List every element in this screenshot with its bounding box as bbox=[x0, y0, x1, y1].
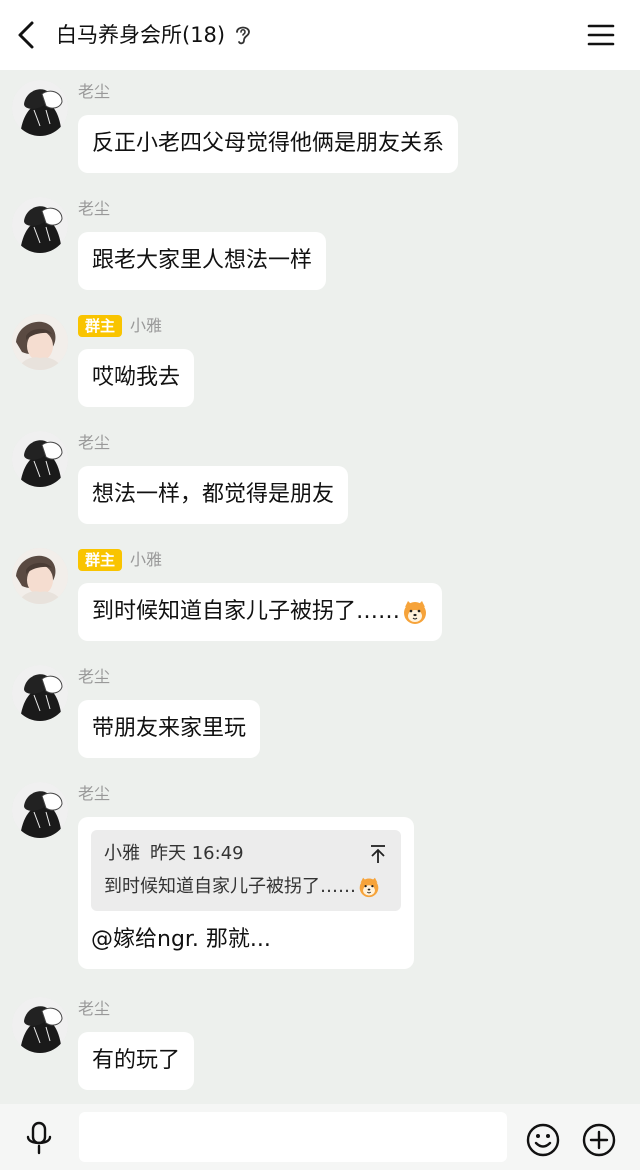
message-item: 老尘 跟老大家里人想法一样 bbox=[0, 187, 640, 304]
hamburger-menu-icon[interactable] bbox=[586, 22, 616, 48]
avatar-laochen[interactable] bbox=[12, 431, 68, 487]
avatar-laochen[interactable] bbox=[12, 782, 68, 838]
quoted-message[interactable]: 小雅 昨天 16:49 到时候知道自家儿子被拐了…… bbox=[91, 830, 401, 911]
shiba-dog-emoji-icon bbox=[402, 599, 428, 625]
message-text: 有的玩了 bbox=[92, 1048, 181, 1073]
message-item: 老尘 小雅 昨天 16:49 到时候知道自家儿子被拐了…… @嫁给ngr. 那就… bbox=[0, 772, 640, 987]
sender-name: 小雅 bbox=[130, 316, 163, 335]
message-meta: 老尘 bbox=[78, 197, 110, 221]
message-input[interactable] bbox=[79, 1112, 507, 1162]
message-item: 老尘 想法一样，都觉得是朋友 bbox=[0, 421, 640, 538]
sender-name: 老尘 bbox=[78, 667, 111, 686]
group-owner-badge: 群主 bbox=[78, 549, 123, 571]
quote-author: 小雅 bbox=[104, 843, 140, 864]
smiley-icon[interactable] bbox=[525, 1122, 561, 1158]
message-item: 群主 小雅 到时候知道自家儿子被拐了…… bbox=[0, 538, 640, 655]
message-meta: 老尘 bbox=[78, 431, 110, 455]
quote-text: 到时候知道自家儿子被拐了…… bbox=[104, 875, 380, 899]
message-bubble[interactable]: 有的玩了 bbox=[78, 1032, 195, 1090]
message-bubble[interactable]: 跟老大家里人想法一样 bbox=[78, 232, 327, 290]
input-bar bbox=[0, 1104, 640, 1170]
sender-name: 老尘 bbox=[78, 784, 111, 803]
microphone-icon[interactable] bbox=[22, 1120, 56, 1156]
message-meta: 群主 小雅 bbox=[78, 314, 162, 338]
chevron-left-icon[interactable] bbox=[12, 18, 42, 52]
message-text: 带朋友来家里玩 bbox=[92, 716, 247, 741]
quote-text-content: 到时候知道自家儿子被拐了…… bbox=[104, 876, 356, 897]
message-text: 跟老大家里人想法一样 bbox=[92, 248, 313, 273]
avatar-xiaoya[interactable] bbox=[12, 314, 68, 370]
chat-title[interactable]: 白马养身会所(18) bbox=[56, 19, 225, 51]
message-item: 老尘 反正小老四父母觉得他俩是朋友关系 bbox=[0, 70, 640, 187]
message-text: 到时候知道自家儿子被拐了…… bbox=[92, 599, 401, 624]
sender-name: 老尘 bbox=[78, 199, 111, 218]
message-bubble[interactable]: 哎呦我去 bbox=[78, 349, 195, 407]
message-meta: 老尘 bbox=[78, 782, 110, 806]
sender-name: 老尘 bbox=[78, 999, 111, 1018]
plus-circle-icon[interactable] bbox=[581, 1122, 617, 1158]
avatar-laochen[interactable] bbox=[12, 997, 68, 1053]
message-text: 想法一样，都觉得是朋友 bbox=[92, 482, 335, 507]
message-item: 老尘 有的玩了 bbox=[0, 987, 640, 1104]
quote-time: 昨天 16:49 bbox=[150, 843, 244, 864]
jump-to-top-icon[interactable] bbox=[369, 844, 387, 864]
message-meta: 老尘 bbox=[78, 997, 110, 1021]
message-text: 哎呦我去 bbox=[92, 365, 181, 390]
ear-icon[interactable] bbox=[233, 23, 253, 47]
avatar-laochen[interactable] bbox=[12, 80, 68, 136]
shiba-dog-emoji-icon bbox=[358, 876, 380, 898]
message-meta: 老尘 bbox=[78, 80, 110, 104]
avatar-laochen[interactable] bbox=[12, 197, 68, 253]
message-meta: 老尘 bbox=[78, 665, 110, 689]
message-bubble[interactable]: 到时候知道自家儿子被拐了…… bbox=[78, 583, 443, 641]
sender-name: 老尘 bbox=[78, 82, 111, 101]
quote-reply-bubble[interactable]: 小雅 昨天 16:49 到时候知道自家儿子被拐了…… @嫁给ngr. 那就... bbox=[78, 817, 414, 969]
message-text: 反正小老四父母觉得他俩是朋友关系 bbox=[92, 131, 445, 156]
message-item: 群主 小雅 哎呦我去 bbox=[0, 304, 640, 421]
message-bubble[interactable]: 带朋友来家里玩 bbox=[78, 700, 261, 758]
message-item: 老尘 带朋友来家里玩 bbox=[0, 655, 640, 772]
message-bubble[interactable]: 反正小老四父母觉得他俩是朋友关系 bbox=[78, 115, 459, 173]
message-bubble[interactable]: 想法一样，都觉得是朋友 bbox=[78, 466, 349, 524]
message-list[interactable]: 老尘 反正小老四父母觉得他俩是朋友关系 老尘 跟老大家里人想法一样 群主 小雅 … bbox=[0, 70, 640, 1104]
chat-header: 白马养身会所(18) bbox=[0, 0, 640, 70]
group-owner-badge: 群主 bbox=[78, 315, 123, 337]
sender-name: 老尘 bbox=[78, 433, 111, 452]
message-text: @嫁给ngr. 那就... bbox=[91, 927, 271, 952]
message-meta: 群主 小雅 bbox=[78, 548, 162, 572]
quote-header: 小雅 昨天 16:49 bbox=[104, 842, 244, 866]
avatar-laochen[interactable] bbox=[12, 665, 68, 721]
avatar-xiaoya[interactable] bbox=[12, 548, 68, 604]
sender-name: 小雅 bbox=[130, 550, 163, 569]
